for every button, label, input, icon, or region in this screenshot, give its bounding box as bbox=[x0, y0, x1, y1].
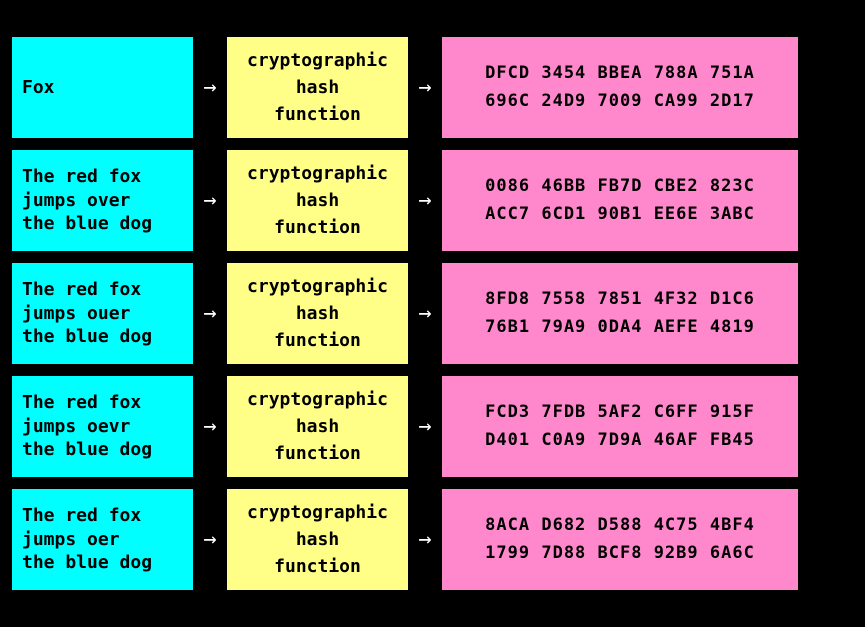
output-line1-1: DFCD 3454 BBEA 788A 751A bbox=[485, 60, 755, 87]
output-line1-3: 8FD8 7558 7851 4F32 D1C6 bbox=[485, 286, 755, 313]
input-box-1: Fox bbox=[10, 35, 195, 140]
input-box-2: The red fox jumps over the blue dog bbox=[10, 148, 195, 253]
output-line2-5: 1799 7D88 BCF8 92B9 6A6C bbox=[485, 540, 755, 567]
output-line2-1: 696C 24D9 7009 CA99 2D17 bbox=[485, 88, 755, 115]
output-line2-3: 76B1 79A9 0DA4 AEFE 4819 bbox=[485, 314, 755, 341]
output-line1-2: 0086 46BB FB7D CBE2 823C bbox=[485, 173, 755, 200]
output-line1-4: FCD3 7FDB 5AF2 C6FF 915F bbox=[485, 399, 755, 426]
row-2: The red fox jumps over the blue dog→cryp… bbox=[10, 148, 855, 253]
output-box-3: 8FD8 7558 7851 4F32 D1C676B1 79A9 0DA4 A… bbox=[440, 261, 800, 366]
hash-box-2: cryptographic hash function bbox=[225, 148, 410, 253]
hash-box-1: cryptographic hash function bbox=[225, 35, 410, 140]
diagram-container: Fox→cryptographic hash function→DFCD 345… bbox=[10, 35, 855, 592]
hash-box-5: cryptographic hash function bbox=[225, 487, 410, 592]
output-box-2: 0086 46BB FB7D CBE2 823CACC7 6CD1 90B1 E… bbox=[440, 148, 800, 253]
row-5: The red fox jumps oer the blue dog→crypt… bbox=[10, 487, 855, 592]
output-line1-5: 8ACA D682 D588 4C75 4BF4 bbox=[485, 512, 755, 539]
arrow-1-5: → bbox=[195, 527, 225, 552]
output-box-1: DFCD 3454 BBEA 788A 751A696C 24D9 7009 C… bbox=[440, 35, 800, 140]
output-box-5: 8ACA D682 D588 4C75 4BF41799 7D88 BCF8 9… bbox=[440, 487, 800, 592]
output-line2-2: ACC7 6CD1 90B1 EE6E 3ABC bbox=[485, 201, 755, 228]
output-line2-4: D401 C0A9 7D9A 46AF FB45 bbox=[485, 427, 755, 454]
row-3: The red fox jumps ouer the blue dog→cryp… bbox=[10, 261, 855, 366]
arrow-1-1: → bbox=[195, 75, 225, 100]
arrow-2-3: → bbox=[410, 301, 440, 326]
input-box-4: The red fox jumps oevr the blue dog bbox=[10, 374, 195, 479]
arrow-2-2: → bbox=[410, 188, 440, 213]
row-1: Fox→cryptographic hash function→DFCD 345… bbox=[10, 35, 855, 140]
hash-box-3: cryptographic hash function bbox=[225, 261, 410, 366]
arrow-1-4: → bbox=[195, 414, 225, 439]
arrow-2-4: → bbox=[410, 414, 440, 439]
input-box-5: The red fox jumps oer the blue dog bbox=[10, 487, 195, 592]
arrow-1-2: → bbox=[195, 188, 225, 213]
input-box-3: The red fox jumps ouer the blue dog bbox=[10, 261, 195, 366]
hash-box-4: cryptographic hash function bbox=[225, 374, 410, 479]
arrow-2-1: → bbox=[410, 75, 440, 100]
output-box-4: FCD3 7FDB 5AF2 C6FF 915FD401 C0A9 7D9A 4… bbox=[440, 374, 800, 479]
row-4: The red fox jumps oevr the blue dog→cryp… bbox=[10, 374, 855, 479]
arrow-1-3: → bbox=[195, 301, 225, 326]
arrow-2-5: → bbox=[410, 527, 440, 552]
